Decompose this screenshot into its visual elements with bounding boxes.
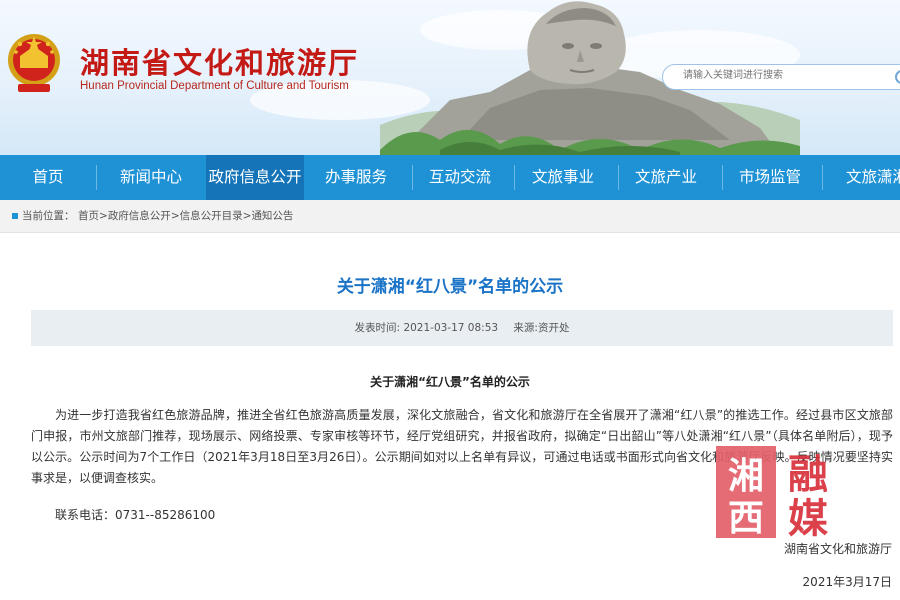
nav-item-services[interactable]: 办事服务 <box>304 155 408 200</box>
nav-divider <box>618 165 619 190</box>
contact-phone: 联系电话：0731--85286100 <box>55 508 216 522</box>
nav-item-market[interactable]: 市场监管 <box>718 155 822 200</box>
nav-item-label: 政府信息公开 <box>208 168 302 186</box>
search-input[interactable] <box>681 69 885 82</box>
article-date: 2021年3月17日 <box>802 575 892 589</box>
breadcrumb-label: 当前位置： <box>22 210 75 222</box>
site-title[interactable]: 湖南省文化和旅游厅 <box>80 40 359 82</box>
article-title: 关于潇湘“红八景”名单的公示 <box>336 277 564 297</box>
nav-item-culture-xiaoxiang[interactable]: 文旅潇湘 <box>822 155 900 200</box>
source-label: 来源: <box>513 322 538 334</box>
nav-item-label: 文旅产业 <box>634 168 697 186</box>
header-banner: 湖南省文化和旅游厅 Hunan Provincial Department of… <box>0 0 900 155</box>
nav-item-label: 新闻中心 <box>119 168 182 186</box>
article-source: 来源:资开处 <box>513 322 569 334</box>
breadcrumb-item-home[interactable]: 首页 <box>78 210 99 222</box>
nav-item-label: 首页 <box>32 168 64 186</box>
nav-item-gov-info[interactable]: 政府信息公开 <box>206 155 304 200</box>
nav-divider <box>514 165 515 190</box>
nav-item-label: 互动交流 <box>428 168 491 186</box>
breadcrumb-path: 首页>政府信息公开>信息公开目录>通知公告 <box>78 200 293 232</box>
nav-item-label: 文旅潇湘 <box>845 168 900 186</box>
publish-time-value: 2021-03-17 08:53 <box>403 322 499 334</box>
nav-item-culture-affairs[interactable]: 文旅事业 <box>512 155 614 200</box>
nav-item-news[interactable]: 新闻中心 <box>96 155 206 200</box>
location-icon <box>12 213 18 219</box>
breadcrumb-item-gov-info[interactable]: 政府信息公开 <box>108 210 171 222</box>
nav-divider <box>822 165 823 190</box>
nav-item-home[interactable]: 首页 <box>0 155 96 200</box>
nav-divider <box>722 165 723 190</box>
main-nav: 首页 新闻中心 政府信息公开 办事服务 互动交流 文旅事业 文旅产业 市场监管 … <box>0 155 900 200</box>
breadcrumb-item-catalog[interactable]: 信息公开目录 <box>180 210 243 222</box>
nav-item-interaction[interactable]: 互动交流 <box>408 155 512 200</box>
source-value: 资开处 <box>537 322 570 334</box>
nav-item-culture-industry[interactable]: 文旅产业 <box>614 155 718 200</box>
breadcrumb-separator: > <box>170 210 180 222</box>
watermark-char: 湘 <box>728 456 764 497</box>
watermark-char: 西 <box>728 498 764 538</box>
nav-item-label: 文旅事业 <box>531 168 594 186</box>
nav-divider <box>96 165 97 190</box>
publish-time: 发表时间: 2021-03-17 08:53 <box>355 322 499 334</box>
breadcrumb: 当前位置： 首页>政府信息公开>信息公开目录>通知公告 <box>0 200 900 233</box>
search-icon[interactable] <box>895 70 900 84</box>
publish-time-label: 发表时间: <box>354 322 401 334</box>
search-box <box>662 64 900 90</box>
nav-item-label: 办事服务 <box>324 168 387 186</box>
article-meta: 发表时间: 2021-03-17 08:53 来源:资开处 <box>31 310 893 346</box>
watermark-char: 媒 <box>788 496 829 538</box>
nav-divider <box>412 165 413 190</box>
article-signer: 湖南省文化和旅游厅 <box>783 542 892 556</box>
national-emblem-icon <box>8 34 60 92</box>
article-subtitle: 关于潇湘“红八景”名单的公示 <box>370 375 530 389</box>
nav-item-label: 市场监管 <box>738 168 801 186</box>
watermark-char: 融 <box>788 452 828 498</box>
breadcrumb-item-notice[interactable]: 通知公告 <box>251 210 293 222</box>
breadcrumb-separator: > <box>99 210 108 222</box>
xiangxi-media-watermark: 湘 西 融 媒 <box>716 446 829 538</box>
site-subtitle: Hunan Provincial Department of Culture a… <box>80 80 349 92</box>
